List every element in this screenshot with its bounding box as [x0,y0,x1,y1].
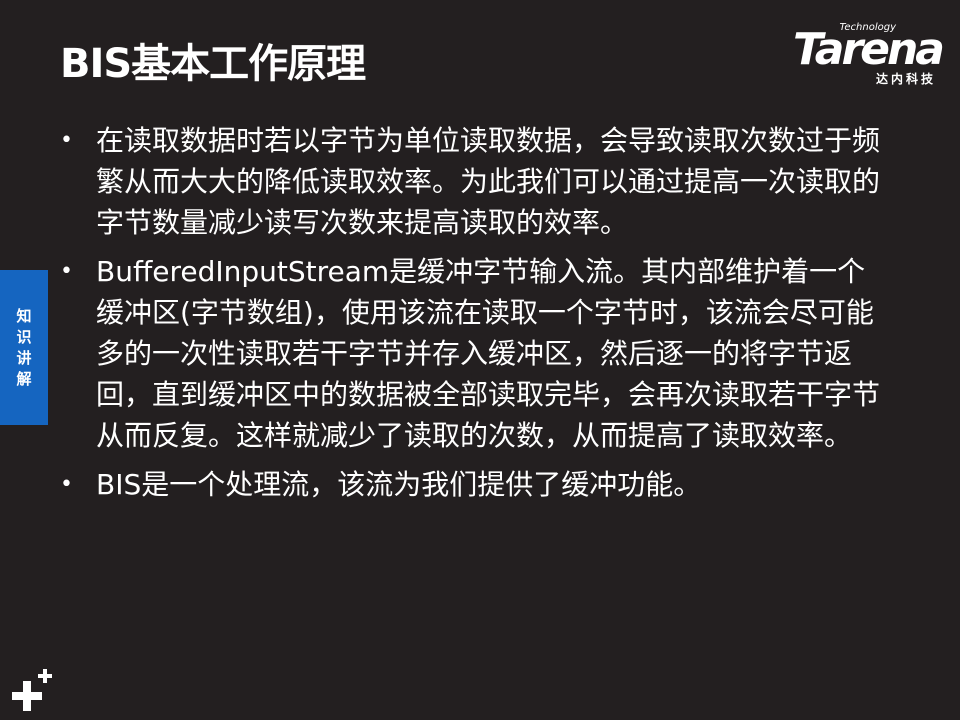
slide-title: BIS基本工作原理 [60,41,366,87]
bullet-text: 在读取数据时若以字节为单位读取数据，会导致读取次数过于频繁从而大大的降低读取效率… [96,124,881,239]
side-tab-char: 识 [16,327,32,346]
side-tab-char: 知 [16,306,32,325]
plus-icon [12,669,52,711]
bullet-list: • 在读取数据时若以字节为单位读取数据，会导致读取次数过于频繁从而大大的降低读取… [58,120,888,513]
bullet-dot: • [60,472,73,497]
bullet-item: • BIS是一个处理流，该流为我们提供了缓冲功能。 [58,464,888,505]
side-tab-char: 讲 [16,348,32,367]
tarena-logo: Technology Tarena 达内科技 [772,22,945,86]
logo-brand: Tarena [792,24,945,75]
bullet-dot: • [60,259,73,284]
bullet-dot: • [60,128,73,153]
bullet-item: • 在读取数据时若以字节为单位读取数据，会导致读取次数过于频繁从而大大的降低读取… [58,120,888,243]
knowledge-explanation-tab: 知 识 讲 解 [0,270,48,425]
bullet-text: BufferedInputStream是缓冲字节输入流。其内部维护着一个缓冲区(… [96,255,881,452]
side-tab-char: 解 [16,369,32,388]
bullet-text: BIS是一个处理流，该流为我们提供了缓冲功能。 [96,468,702,501]
logo-chinese: 达内科技 [875,72,936,86]
bullet-item: • BufferedInputStream是缓冲字节输入流。其内部维护着一个缓冲… [58,251,888,456]
